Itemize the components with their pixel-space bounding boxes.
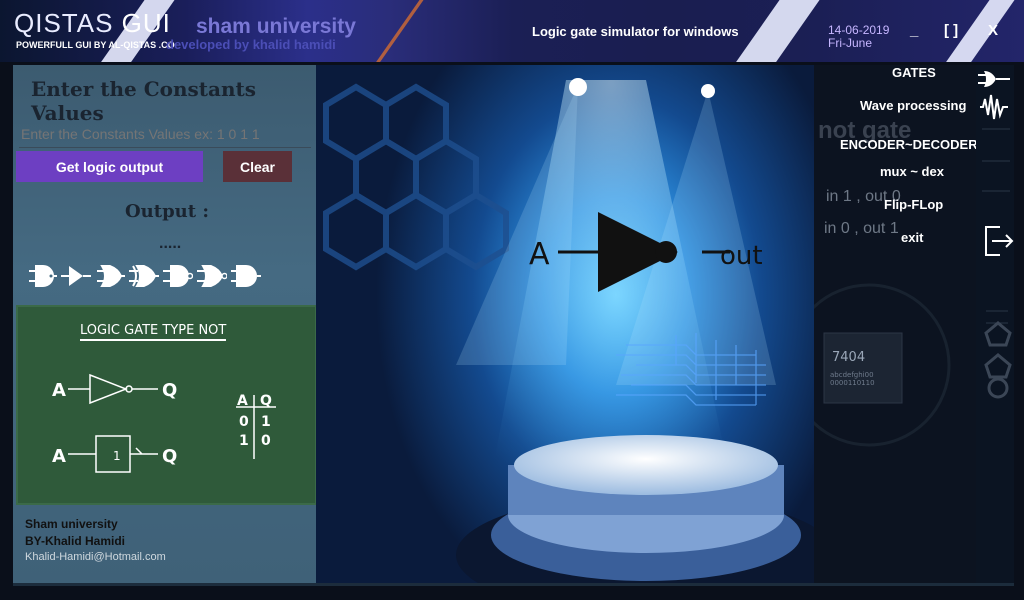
- wave-icon[interactable]: [980, 94, 1008, 120]
- developer-credit: developed by khalid hamidi: [166, 37, 336, 52]
- nav-divider: [986, 310, 1008, 324]
- gate-icon[interactable]: [978, 71, 1010, 87]
- diagram-input-label-2: A: [52, 446, 66, 467]
- diagram-output-label-2: Q: [162, 446, 177, 467]
- navigation-menu: not gate in 1 , out 0 in 0 , out 1 7404 …: [814, 65, 978, 583]
- minimize-button[interactable]: _: [910, 22, 918, 39]
- nav-icon-strip: [976, 65, 1014, 583]
- gate-input-label: A: [529, 237, 550, 272]
- nav-item-gates[interactable]: GATES: [892, 65, 936, 80]
- truth-cell: 1: [239, 433, 249, 449]
- input-panel: Enter the Constants Values Get logic out…: [13, 65, 317, 583]
- spotlight-left: [569, 78, 587, 96]
- buffer-gate-icon[interactable]: [61, 262, 91, 290]
- title-decor-stripe: [363, 0, 431, 62]
- nav-item-wave-processing[interactable]: Wave processing: [860, 98, 966, 113]
- or-gate-icon[interactable]: [95, 262, 125, 290]
- refresh-icon[interactable]: [987, 377, 1009, 399]
- truth-cell: 0: [261, 433, 271, 449]
- nav-item-exit[interactable]: exit: [901, 230, 923, 245]
- nor-gate-icon[interactable]: [197, 262, 227, 290]
- nand-gate-icon[interactable]: [163, 262, 193, 290]
- maximize-button[interactable]: [ ]: [944, 22, 958, 39]
- and-gate-icon[interactable]: [27, 262, 57, 290]
- get-logic-output-button[interactable]: Get logic output: [16, 151, 203, 182]
- gate-selector-row: [27, 262, 267, 290]
- chip-sub-2: 0000110110: [830, 379, 875, 387]
- app-title: Logic gate simulator for windows: [532, 24, 739, 39]
- brand-logo: QISTAS GUI: [14, 8, 171, 38]
- not-gate-diagram: A Q A Q 1 A Q 0 1 1 0: [52, 373, 276, 473]
- footer-email: Khalid-Hamidi@Hotmail.com: [25, 551, 166, 563]
- chip-label: 7404: [832, 350, 865, 365]
- close-button[interactable]: X: [988, 22, 998, 39]
- diagram-box-label: 1: [113, 449, 121, 463]
- back-icon[interactable]: [984, 353, 1012, 379]
- gate-stage-display: A out: [316, 65, 814, 583]
- spotlight-right: [701, 84, 715, 98]
- title-bar: QISTAS GUI POWERFULL GUI BY AL-QISTAS .C…: [0, 0, 1024, 62]
- exit-icon[interactable]: [985, 226, 1014, 256]
- nav-item-mux-dex[interactable]: mux ~ dex: [880, 164, 944, 179]
- footer-university: Sham university: [25, 517, 118, 531]
- brand-subtitle: POWERFULL GUI BY AL-QISTAS .CO: [16, 40, 175, 50]
- bottom-border: [13, 583, 1014, 586]
- gate-info-board: LOGIC GATE TYPE NOT A Q A Q 1 A Q 0 1 1 …: [16, 305, 317, 505]
- truth-cell: 0: [239, 414, 249, 430]
- nav-item-flip-flop[interactable]: Flip-FLop: [884, 197, 943, 212]
- date-display: 14-06-2019 Fri-June: [828, 24, 889, 50]
- xor-gate-icon[interactable]: [129, 262, 159, 290]
- home-icon[interactable]: [984, 321, 1012, 347]
- stage-illustration: A out: [323, 78, 814, 583]
- gate-output-label: out: [720, 241, 763, 271]
- xnor-gate-icon[interactable]: [231, 262, 261, 290]
- diagram-output-label-1: Q: [162, 380, 177, 401]
- footer-author: BY-Khalid Hamidi: [25, 534, 126, 548]
- output-label: Output :: [125, 201, 209, 222]
- title-decor-stripe: [723, 0, 827, 62]
- clear-button[interactable]: Clear: [223, 151, 292, 182]
- nav-divider: [982, 128, 1010, 192]
- truth-cell: 1: [261, 414, 271, 430]
- output-value: .....: [159, 235, 182, 252]
- day-text: Fri-June: [828, 36, 873, 50]
- app-window: QISTAS GUI POWERFULL GUI BY AL-QISTAS .C…: [0, 0, 1024, 600]
- nav-icons: [978, 71, 1014, 399]
- chip-sub-1: abcdefghi00: [830, 371, 874, 379]
- constants-input-wrapper: [19, 121, 315, 148]
- hex-pattern: [323, 83, 509, 271]
- diagram-input-label-1: A: [52, 380, 66, 401]
- university-title: sham university: [196, 15, 356, 38]
- constants-heading: Enter the Constants Values: [31, 77, 257, 125]
- nav-item-encoder-decoder[interactable]: ENCODER~DECODER: [840, 137, 978, 152]
- constants-input[interactable]: [19, 121, 315, 147]
- truth-header-a: A: [237, 393, 248, 409]
- truth-header-q: Q: [260, 393, 272, 409]
